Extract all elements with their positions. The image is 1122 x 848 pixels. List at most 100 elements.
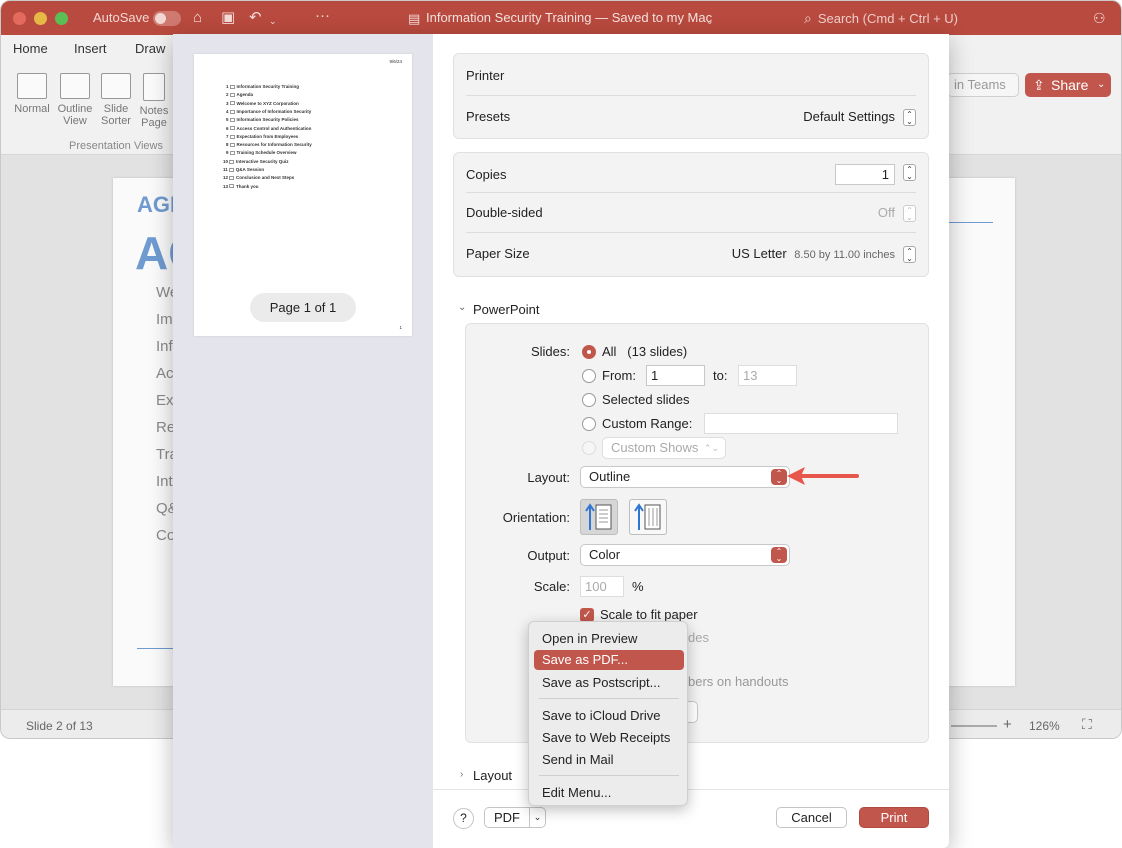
pdf-button[interactable]: PDF [484, 807, 530, 828]
tab-home[interactable]: Home [13, 41, 48, 56]
menu-item-save-to-web-receipts[interactable]: Save to Web Receipts [542, 730, 670, 745]
double-sided-stepper-icon: ⌃ ⌄ [903, 205, 916, 223]
custom-range-label: Custom Range: [602, 416, 693, 431]
minimize-window-button[interactable] [34, 12, 47, 25]
paper-size-popup[interactable]: US Letter 8.50 by 11.00 inches ⌃ ⌄ [731, 246, 916, 264]
autosave-label: AutoSave [93, 10, 150, 25]
selected-slides-label: Selected slides [602, 392, 690, 407]
preview-outline-row: 3 Welcome to XYZ Corporation [226, 100, 299, 106]
menu-item-edit-menu[interactable]: Edit Menu... [542, 785, 611, 800]
print-button[interactable]: Print [859, 807, 929, 828]
collaborate-icon[interactable]: ⚇ [1093, 9, 1106, 27]
layout-disclosure-icon[interactable]: › [460, 769, 463, 780]
copies-row: Copies 1 ⌃ ⌄ [466, 153, 916, 193]
preview-outline-row: 9 Training Schedule Overview [226, 150, 297, 156]
copies-input[interactable]: 1 [835, 164, 895, 185]
paper-size-label: Paper Size [466, 246, 530, 261]
notes-page-label: Notes [139, 105, 169, 117]
landscape-orientation-icon [634, 503, 661, 530]
undo-icon[interactable]: ↶ [249, 9, 262, 27]
help-button[interactable]: ? [453, 808, 474, 829]
preview-outline-row: 4 Importance of Information Security [226, 108, 312, 114]
menu-item-save-to-icloud[interactable]: Save to iCloud Drive [542, 708, 661, 723]
notes-page-button[interactable]: Notes Page [131, 73, 177, 129]
close-window-button[interactable] [13, 12, 26, 25]
slides-all-radio[interactable] [582, 345, 596, 359]
autosave-toggle[interactable] [153, 11, 181, 26]
paper-size-stepper-icon: ⌃ ⌄ [903, 246, 916, 264]
double-sided-popup[interactable]: Off ⌃ ⌄ [877, 205, 916, 223]
search-icon: ⌕ [804, 10, 812, 26]
scale-input[interactable]: 100 [580, 576, 624, 597]
printer-row[interactable]: Printer [466, 56, 916, 96]
annotation-arrow-icon [787, 467, 859, 485]
output-chevron-icon: ⌃ ⌄ [771, 547, 787, 563]
pdf-dropdown-menu: Open in Preview Save as PDF... Save as P… [528, 621, 688, 806]
output-popup[interactable]: Color ⌃ ⌄ [580, 544, 790, 566]
undo-dropdown-icon[interactable]: ⌄ [269, 12, 277, 30]
slide-bullet: Ex [156, 392, 174, 409]
scale-to-fit-label: Scale to fit paper [600, 607, 698, 622]
slides-from-radio[interactable] [582, 369, 596, 383]
title-bar: AutoSave ⌂ ▣ ↶ ⌄ ··· ▤ Information Secur… [1, 1, 1121, 35]
title-chevron-icon[interactable]: ⌄ [706, 12, 714, 30]
menu-separator [539, 698, 679, 699]
zoom-window-button[interactable] [55, 12, 68, 25]
menu-item-open-in-preview[interactable]: Open in Preview [542, 631, 637, 646]
layout-section-label[interactable]: Layout [473, 768, 512, 783]
powerpoint-disclosure-icon[interactable]: ⌄ [458, 302, 466, 313]
presets-label: Presets [466, 109, 511, 124]
paper-size-dims: 8.50 by 11.00 inches [794, 249, 895, 261]
scale-label: Scale: [533, 579, 570, 594]
custom-shows-label: Custom Shows [611, 440, 699, 455]
search-field[interactable]: ⌕ Search (Cmd + Ctrl + U) [804, 8, 1074, 28]
tab-insert[interactable]: Insert [74, 41, 107, 56]
custom-shows-popup: Custom Shows ⌃⌄ [602, 437, 726, 459]
portrait-orientation-button[interactable] [580, 499, 618, 535]
to-input[interactable]: 13 [738, 365, 797, 386]
home-icon[interactable]: ⌂ [193, 9, 202, 27]
slide-sorter-icon [101, 73, 131, 99]
menu-item-save-as-postscript[interactable]: Save as Postscript... [542, 675, 661, 690]
notes-page-label-2: Page [141, 117, 167, 129]
handout-numbers-label: bers on handouts [688, 674, 789, 689]
custom-range-radio[interactable] [582, 417, 596, 431]
print-preview-pane: 9/6/24 1 Information Security Training 2A… [173, 34, 433, 848]
share-button[interactable]: ⇪ Share ⌄ [1025, 73, 1111, 97]
fit-to-window-icon[interactable]: ⛶ [1082, 716, 1092, 733]
normal-view-button[interactable]: Normal [9, 73, 55, 115]
save-icon[interactable]: ▣ [221, 9, 235, 27]
zoom-in-icon[interactable]: + [1003, 716, 1012, 733]
output-label: Output: [527, 548, 570, 563]
more-options-icon[interactable]: ··· [315, 7, 330, 25]
outline-view-button[interactable]: Outline View [52, 73, 98, 127]
custom-range-input[interactable] [704, 413, 898, 434]
preview-outline-row: 1 Information Security Training [226, 84, 300, 89]
cancel-button[interactable]: Cancel [776, 807, 847, 828]
outline-view-icon [60, 73, 90, 99]
notes-page-icon [143, 73, 165, 101]
from-input[interactable]: 1 [646, 365, 705, 386]
menu-item-save-as-pdf[interactable]: Save as PDF... [534, 650, 684, 670]
double-sided-row: Double-sided Off ⌃ ⌄ [466, 193, 916, 233]
selected-slides-radio[interactable] [582, 393, 596, 407]
tab-draw[interactable]: Draw [135, 41, 165, 56]
scale-to-fit-checkbox[interactable]: ✓ [580, 608, 594, 622]
paper-size-value: US Letter [731, 246, 787, 261]
page-indicator: Page 1 of 1 [250, 293, 356, 322]
landscape-orientation-button[interactable] [629, 499, 667, 535]
double-sided-value: Off [877, 205, 895, 220]
powerpoint-section-label[interactable]: PowerPoint [473, 302, 539, 317]
layout-popup[interactable]: Outline ⌃ ⌄ [580, 466, 790, 488]
pdf-menu-chevron-icon[interactable]: ⌄ [529, 807, 546, 828]
teams-label: in Teams [954, 77, 1006, 92]
copies-stepper[interactable]: ⌃ ⌄ [903, 164, 916, 181]
presets-popup[interactable]: Default Settings ⌃ ⌄ [803, 109, 916, 127]
zoom-slider[interactable] [951, 725, 997, 727]
slides-label: Slides: [530, 344, 570, 359]
portrait-orientation-icon [585, 503, 612, 530]
copies-group: Copies 1 ⌃ ⌄ Double-sided Off ⌃ ⌄ Paper Siz… [453, 152, 929, 277]
menu-item-send-in-mail[interactable]: Send in Mail [542, 752, 614, 767]
teams-button[interactable]: in Teams [947, 73, 1019, 97]
print-hidden-slides-label: des [688, 630, 709, 645]
